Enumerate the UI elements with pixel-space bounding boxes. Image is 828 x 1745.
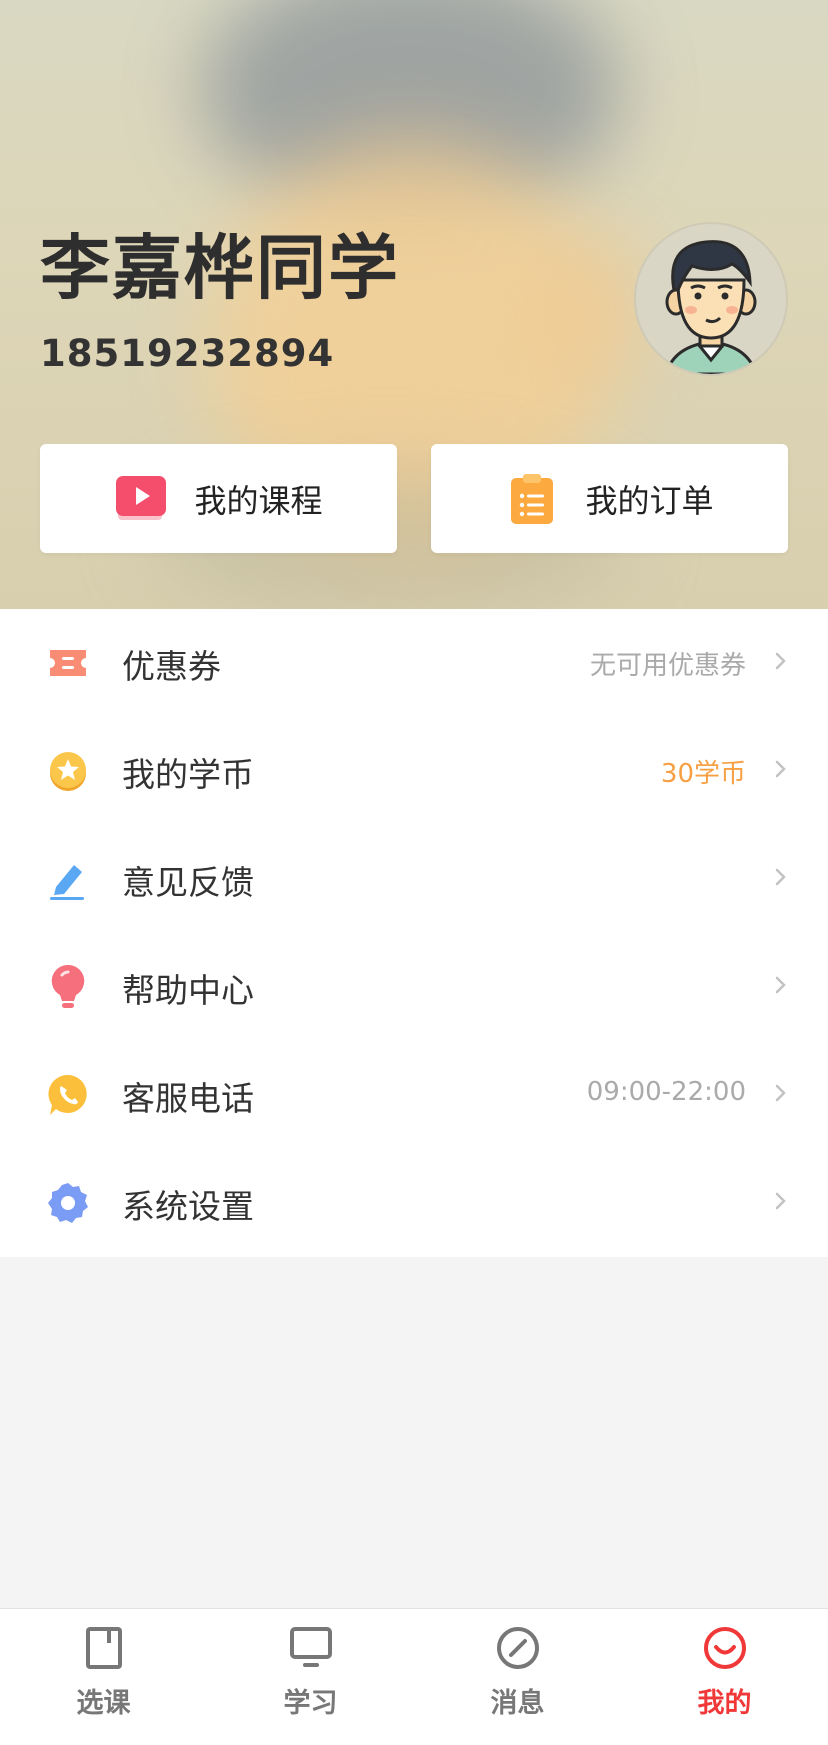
play-video-icon — [114, 472, 168, 526]
menu-item-coupons[interactable]: 优惠券 无可用优惠券 — [0, 609, 828, 717]
chevron-right-icon — [775, 760, 786, 778]
smile-icon — [704, 1627, 746, 1669]
chevron-right-icon — [775, 652, 786, 670]
menu-item-label: 意见反馈 — [122, 863, 254, 902]
my-courses-button[interactable]: 我的课程 — [40, 444, 397, 553]
chevron-right-icon — [775, 1084, 786, 1102]
service-hours: 09:00-22:00 — [586, 1077, 746, 1107]
menu-item-help[interactable]: 帮助中心 — [0, 933, 828, 1041]
gear-icon — [46, 1181, 90, 1225]
tab-label: 选课 — [76, 1688, 131, 1719]
menu-item-label: 客服电话 — [122, 1079, 254, 1118]
tab-label: 学习 — [283, 1688, 338, 1719]
user-name: 李嘉桦同学 — [40, 227, 400, 309]
tab-mine[interactable]: 我的 — [621, 1609, 828, 1745]
menu-item-value: 无可用优惠券 — [589, 651, 746, 681]
pencil-icon — [46, 857, 90, 901]
menu-item-label: 帮助中心 — [122, 971, 254, 1010]
menu-list: 优惠券 无可用优惠券 我的学币 30学币 意见反馈 帮助中心 客服电话 09:0… — [0, 609, 828, 1257]
chevron-right-icon — [775, 976, 786, 994]
ticket-icon — [46, 641, 90, 685]
tab-label: 我的 — [697, 1688, 752, 1719]
book-icon — [86, 1627, 122, 1669]
avatar[interactable] — [634, 222, 788, 376]
chevron-right-icon — [775, 1192, 786, 1210]
my-courses-label: 我的课程 — [194, 481, 323, 520]
coin-star-icon — [46, 749, 90, 793]
user-phone: 18519232894 — [40, 332, 335, 375]
menu-item-coins[interactable]: 我的学币 30学币 — [0, 717, 828, 825]
chevron-right-icon — [775, 868, 786, 886]
bottom-tab-bar: 选课 学习 消息 我的 — [0, 1608, 828, 1745]
phone-icon — [46, 1073, 90, 1117]
my-orders-label: 我的订单 — [585, 481, 714, 520]
monitor-icon — [290, 1627, 332, 1667]
tab-messages[interactable]: 消息 — [414, 1609, 621, 1745]
tab-course-selection[interactable]: 选课 — [0, 1609, 207, 1745]
menu-item-label: 我的学币 — [122, 755, 254, 794]
profile-page: 李嘉桦同学 18519232894 我的课程 我的订单 优惠券 无可用优惠券 我… — [0, 0, 828, 1745]
coin-balance: 30学币 — [660, 759, 746, 789]
lightbulb-icon — [46, 964, 90, 1009]
menu-item-settings[interactable]: 系统设置 — [0, 1149, 828, 1257]
profile-header: 李嘉桦同学 18519232894 我的课程 我的订单 — [0, 0, 828, 609]
clipboard-icon — [505, 472, 559, 526]
menu-item-label: 优惠券 — [122, 647, 221, 686]
menu-item-customer-service[interactable]: 客服电话 09:00-22:00 — [0, 1041, 828, 1149]
my-orders-button[interactable]: 我的订单 — [431, 444, 788, 553]
compass-icon — [497, 1627, 539, 1669]
tab-study[interactable]: 学习 — [207, 1609, 414, 1745]
tab-label: 消息 — [490, 1688, 545, 1719]
menu-item-feedback[interactable]: 意见反馈 — [0, 825, 828, 933]
menu-item-label: 系统设置 — [122, 1187, 254, 1226]
